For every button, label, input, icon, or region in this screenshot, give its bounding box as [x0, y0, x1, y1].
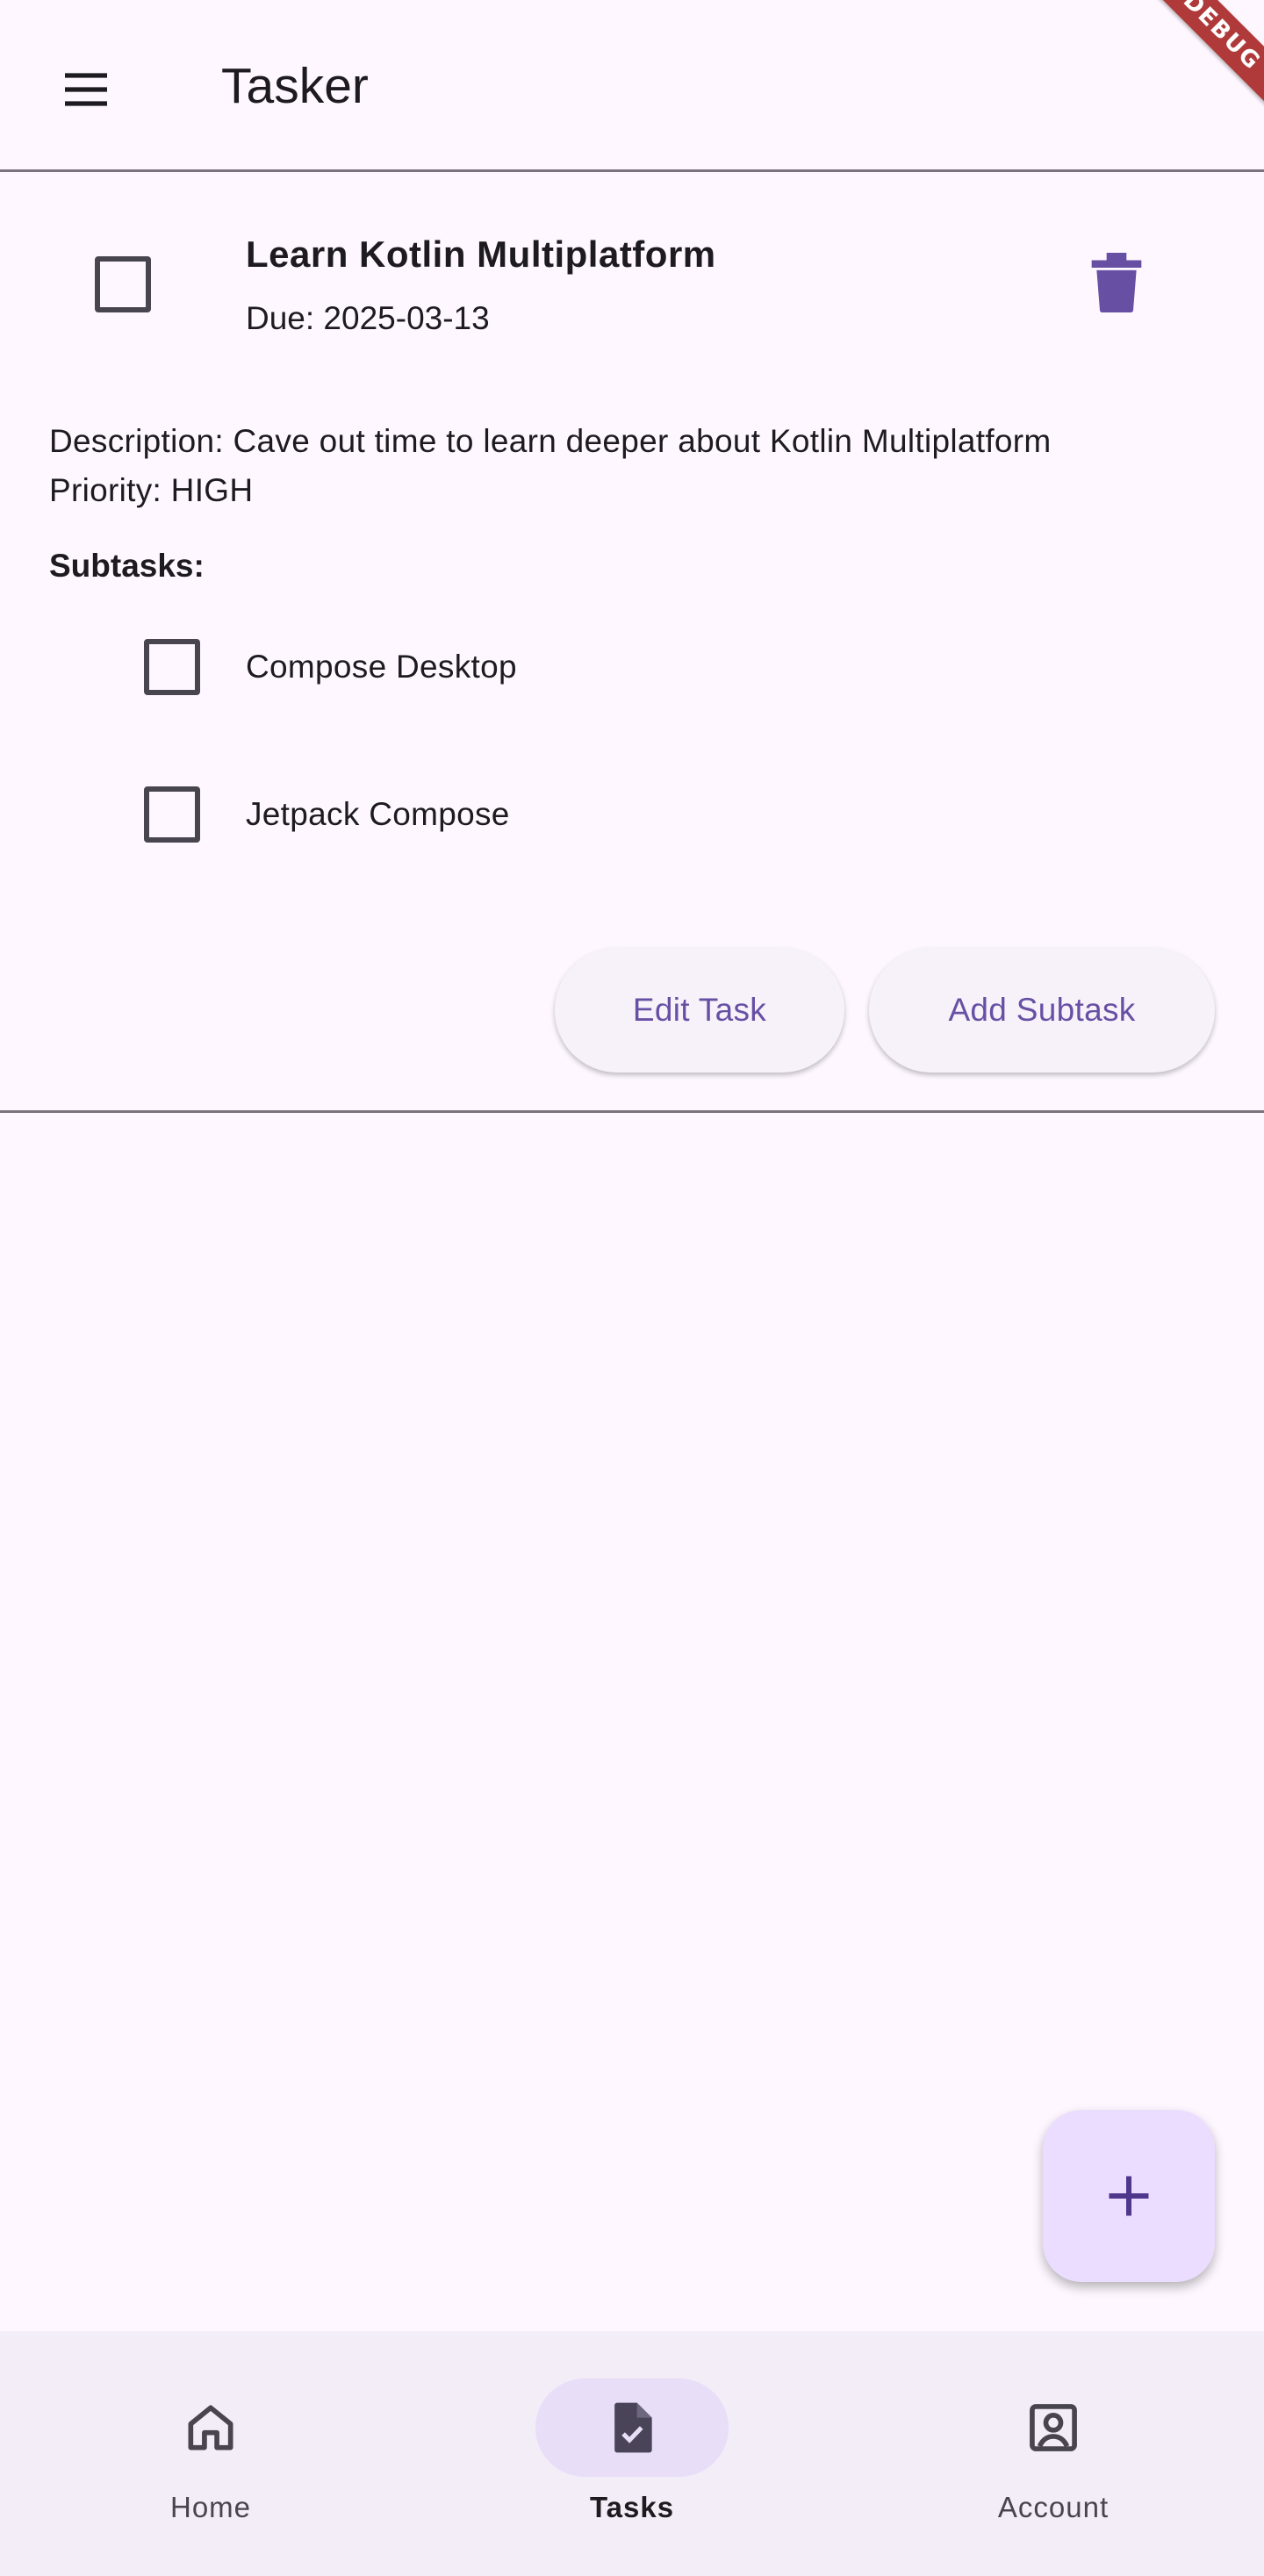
subtasks-heading: Subtasks: — [49, 548, 205, 584]
bottom-navigation: Home Tasks Account — [0, 2331, 1264, 2576]
subtask-row[interactable]: Jetpack Compose — [0, 771, 1264, 858]
delete-task-button[interactable] — [1078, 244, 1155, 321]
subtask-label: Jetpack Compose — [246, 796, 510, 832]
task-priority: Priority: HIGH — [49, 472, 254, 508]
add-subtask-button[interactable]: Add Subtask — [869, 948, 1215, 1073]
nav-label: Tasks — [589, 2491, 675, 2523]
task-card: Learn Kotlin Multiplatform Due: 2025-03-… — [0, 172, 1264, 1113]
app-bar: Tasker DEBUG — [0, 0, 1264, 172]
nav-item-account[interactable]: Account — [843, 2331, 1264, 2576]
subtask-checkbox[interactable] — [144, 786, 200, 843]
debug-banner: DEBUG — [1124, 0, 1264, 140]
task-title: Learn Kotlin Multiplatform — [246, 233, 716, 275]
trash-icon — [1091, 253, 1142, 312]
edit-task-button[interactable]: Edit Task — [555, 948, 844, 1073]
add-task-fab[interactable] — [1043, 2110, 1215, 2282]
debug-banner-label: DEBUG — [1127, 0, 1264, 126]
nav-label: Home — [169, 2491, 252, 2523]
nav-item-tasks[interactable]: Tasks — [421, 2331, 843, 2576]
menu-icon — [65, 73, 107, 106]
nav-item-home[interactable]: Home — [0, 2331, 421, 2576]
subtask-checkbox[interactable] — [144, 639, 200, 695]
home-icon — [179, 2396, 242, 2459]
task-due-date: Due: 2025-03-13 — [246, 300, 490, 336]
account-box-icon — [1022, 2396, 1085, 2459]
task-complete-checkbox[interactable] — [95, 256, 151, 312]
subtask-row[interactable]: Compose Desktop — [0, 623, 1264, 711]
subtask-label: Compose Desktop — [246, 649, 517, 685]
task-file-icon — [600, 2396, 664, 2459]
app-title: Tasker — [221, 58, 369, 114]
plus-icon — [1109, 2176, 1149, 2216]
menu-button[interactable] — [47, 51, 125, 128]
task-description: Description: Cave out time to learn deep… — [49, 423, 1052, 459]
nav-label: Account — [997, 2491, 1110, 2523]
